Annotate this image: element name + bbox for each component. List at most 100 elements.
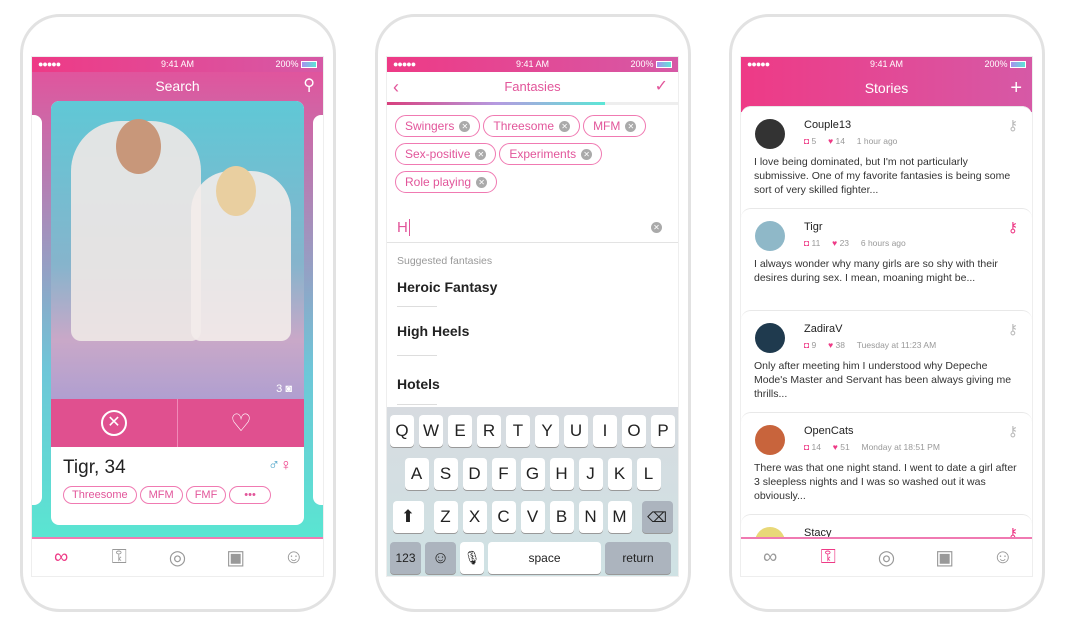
remove-chip-icon[interactable]: ✕	[559, 121, 571, 133]
microphone-key[interactable]: 🎙	[460, 542, 484, 574]
story-item[interactable]: Couple13 ◘ 5 ♥ 14 1 hour ago I love being …	[741, 106, 1032, 208]
key-j[interactable]: J	[578, 458, 603, 490]
tab-activity[interactable]: ◎	[162, 544, 192, 572]
key-u[interactable]: U	[564, 415, 588, 447]
key-q[interactable]: Q	[390, 415, 414, 447]
tag-chip[interactable]: MFM	[139, 486, 183, 504]
avatar[interactable]	[755, 323, 785, 353]
tab-profile[interactable]: ☺	[988, 544, 1018, 572]
suggestion-item[interactable]: Hotels	[397, 356, 668, 405]
avatar[interactable]	[755, 425, 785, 455]
fantasy-chip[interactable]: Swingers ✕	[395, 115, 481, 137]
story-author[interactable]: OpenCats	[804, 425, 1020, 437]
add-story-button[interactable]: +	[1010, 72, 1022, 104]
remove-chip-icon[interactable]: ✕	[581, 149, 593, 161]
like-count: 23	[839, 238, 850, 248]
suggestion-item[interactable]: Heroic Fantasy	[397, 267, 668, 307]
story-author[interactable]: Stacy	[804, 527, 1020, 537]
return-key[interactable]: return	[605, 542, 671, 574]
confirm-check-icon[interactable]: ✓	[655, 72, 668, 102]
tab-stories[interactable]: ⚿	[813, 544, 843, 572]
story-author[interactable]: Tigr	[804, 221, 1020, 233]
fantasy-chip[interactable]: Role playing ✕	[395, 171, 498, 193]
key-w[interactable]: W	[419, 415, 443, 447]
keyhole-icon[interactable]: ⚷	[1008, 525, 1018, 537]
story-author[interactable]: ZadiraV	[804, 323, 1020, 335]
keyhole-icon[interactable]: ⚷	[1008, 423, 1018, 440]
avatar[interactable]	[755, 119, 785, 149]
key-m[interactable]: M	[607, 501, 632, 533]
tag-chip[interactable]: Threesome	[63, 486, 137, 504]
fantasy-chip[interactable]: MFM ✕	[583, 115, 647, 137]
keyhole-icon[interactable]: ⚷	[1008, 219, 1018, 236]
keyhole-icon[interactable]: ⚷	[1008, 117, 1018, 134]
story-author[interactable]: Couple13	[804, 119, 1020, 131]
key-v[interactable]: V	[520, 501, 545, 533]
keyhole-icon[interactable]: ⚷	[1008, 321, 1018, 338]
emoji-key[interactable]: ☺	[425, 542, 456, 574]
backspace-key[interactable]: ⌫	[641, 501, 673, 533]
avatar[interactable]	[755, 221, 785, 251]
fantasy-chip[interactable]: Sex-positive ✕	[395, 143, 497, 165]
key-t[interactable]: T	[506, 415, 530, 447]
key-b[interactable]: B	[549, 501, 574, 533]
profile-card[interactable]: 3 ◙ ✕ ♡ Tigr, 34 ♂♀ Threesome MFM FMF •••	[51, 101, 304, 525]
filter-icon[interactable]: ⚲	[303, 72, 315, 100]
back-button[interactable]: ‹	[393, 72, 399, 102]
heart-icon: ♡	[230, 409, 252, 437]
search-screen: ●●●●● 9:41 AM 200% Search ⚲ 3 ◙ ✕ ♡ Tigr, …	[31, 56, 324, 577]
story-item[interactable]: Tigr ◘ 11 ♥ 23 6 hours ago I always wonder…	[741, 208, 1032, 310]
tab-chat[interactable]: ▣	[221, 544, 251, 572]
tab-chat[interactable]: ▣	[930, 544, 960, 572]
remove-chip-icon[interactable]: ✕	[625, 121, 637, 133]
progress-fill	[387, 102, 606, 105]
key-a[interactable]: A	[404, 458, 429, 490]
fantasy-chip[interactable]: Experiments ✕	[499, 143, 603, 165]
key-y[interactable]: Y	[535, 415, 559, 447]
key-h[interactable]: H	[549, 458, 574, 490]
like-button[interactable]: ♡	[178, 399, 304, 447]
remove-chip-icon[interactable]: ✕	[476, 177, 488, 189]
story-item[interactable]: Stacy ⚷	[741, 514, 1032, 537]
story-item[interactable]: OpenCats ◘ 14 ♥ 51 Monday at 18:51 PM Ther…	[741, 412, 1032, 514]
stories-list[interactable]: Couple13 ◘ 5 ♥ 14 1 hour ago I love being …	[741, 106, 1032, 537]
story-text: There was that one night stand. I went t…	[754, 462, 1017, 502]
numbers-key[interactable]: 123	[390, 542, 421, 574]
tab-matches[interactable]: ∞	[46, 544, 76, 572]
key-d[interactable]: D	[462, 458, 487, 490]
key-f[interactable]: F	[491, 458, 516, 490]
story-item[interactable]: ZadiraV ◘ 9 ♥ 38 Tuesday at 11:23 AM Only …	[741, 310, 1032, 412]
keyhole-bubble-icon: ⚿	[111, 546, 127, 568]
tab-matches[interactable]: ∞	[755, 544, 785, 572]
key-n[interactable]: N	[578, 501, 603, 533]
key-c[interactable]: C	[491, 501, 516, 533]
avatar[interactable]	[755, 527, 785, 537]
space-key[interactable]: space	[488, 542, 601, 574]
key-l[interactable]: L	[636, 458, 661, 490]
remove-chip-icon[interactable]: ✕	[459, 121, 471, 133]
key-x[interactable]: X	[462, 501, 487, 533]
more-tags-button[interactable]: •••	[229, 486, 271, 504]
key-p[interactable]: P	[651, 415, 675, 447]
dislike-button[interactable]: ✕	[51, 399, 178, 447]
suggestion-item[interactable]: High Heels	[397, 307, 668, 356]
tag-chip[interactable]: FMF	[185, 486, 227, 504]
shift-key[interactable]: ⬆	[392, 501, 424, 533]
key-k[interactable]: K	[607, 458, 632, 490]
tab-activity[interactable]: ◎	[871, 544, 901, 572]
profile-info: Tigr, 34 ♂♀ Threesome MFM FMF •••	[51, 447, 304, 520]
profile-photo[interactable]: 3 ◙	[51, 101, 304, 399]
key-e[interactable]: E	[448, 415, 472, 447]
tab-stories[interactable]: ⚿	[104, 544, 134, 572]
remove-chip-icon[interactable]: ✕	[475, 149, 487, 161]
tab-profile[interactable]: ☺	[279, 544, 309, 572]
key-r[interactable]: R	[477, 415, 501, 447]
clear-input-icon[interactable]: ✕	[651, 222, 662, 233]
key-o[interactable]: O	[622, 415, 646, 447]
key-z[interactable]: Z	[433, 501, 458, 533]
fantasy-search-input[interactable]: H ✕	[387, 213, 678, 243]
fantasy-chip[interactable]: Threesome ✕	[483, 115, 581, 137]
key-g[interactable]: G	[520, 458, 545, 490]
key-s[interactable]: S	[433, 458, 458, 490]
key-i[interactable]: I	[593, 415, 617, 447]
